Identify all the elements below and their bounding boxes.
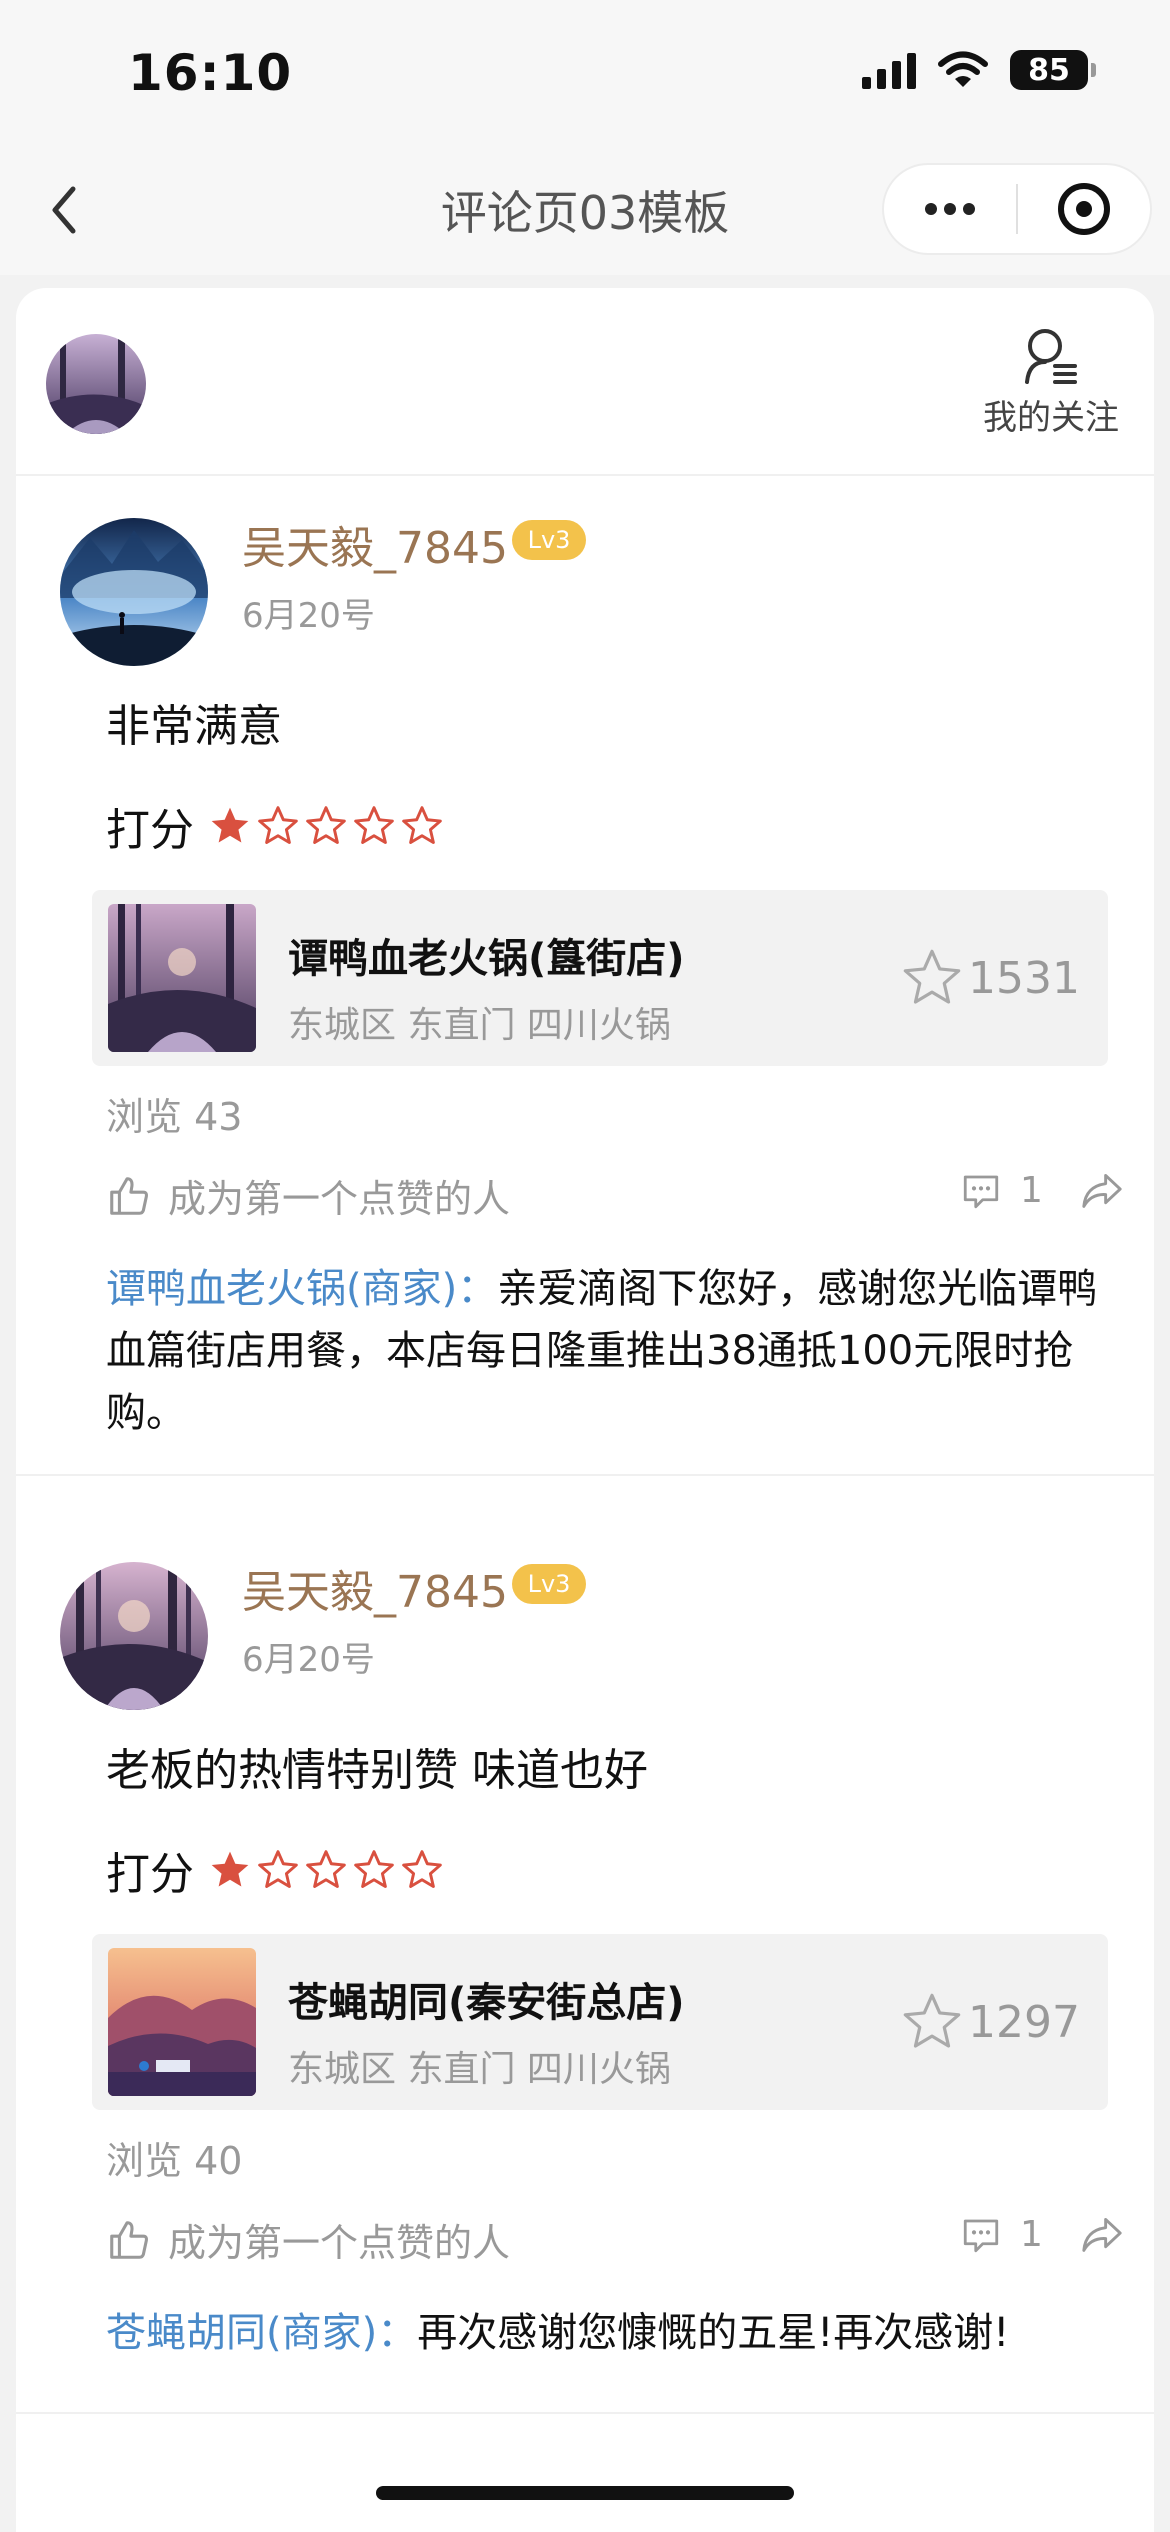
review-item: 吴天毅_7845 Lv3 6月20号 老板的热情特别赞 味道也好 打分 苍蝇胡同… xyxy=(16,1520,1154,2520)
star-outline-icon xyxy=(258,1850,298,1888)
review-divider xyxy=(16,2412,1154,2414)
share-button[interactable] xyxy=(1080,1170,1124,1214)
star-outline-icon xyxy=(354,806,394,844)
shop-image xyxy=(108,904,256,1052)
comment-count: 1 xyxy=(1020,2214,1043,2255)
comment-icon xyxy=(963,2219,999,2252)
mini-program-capsule xyxy=(882,163,1152,255)
star-outline-icon xyxy=(903,949,961,1004)
status-time: 16:10 xyxy=(128,44,293,102)
rating-row: 打分 xyxy=(106,1838,444,1902)
shop-image xyxy=(108,1948,256,2096)
cellular-signal-icon xyxy=(862,51,916,89)
my-avatar[interactable] xyxy=(46,334,146,434)
shop-location: 东城区 东直门 四川火锅 xyxy=(288,2049,671,2090)
target-icon xyxy=(1058,183,1110,235)
share-icon xyxy=(1082,1174,1122,1208)
star-outline-icon xyxy=(258,806,298,844)
star-filled-icon xyxy=(211,807,249,843)
review-divider xyxy=(16,1474,1154,1476)
review-date: 6月20号 xyxy=(242,596,375,636)
share-icon xyxy=(1082,2218,1122,2252)
like-text: 成为第一个点赞的人 xyxy=(168,2221,511,2265)
shop-favorite-button[interactable]: 1531 xyxy=(900,946,1080,1010)
battery-icon: 85 xyxy=(1010,50,1096,90)
comment-icon xyxy=(963,1175,999,1208)
reviewer-avatar[interactable] xyxy=(60,1562,208,1710)
profile-header: 我的关注 xyxy=(16,288,1154,476)
battery-level: 85 xyxy=(1028,52,1070,88)
shop-favorite-button[interactable]: 1297 xyxy=(900,1990,1080,2054)
thumbs-up-icon xyxy=(110,2220,148,2259)
reviewer-name[interactable]: 吴天毅_7845 xyxy=(242,1556,508,1620)
level-badge: Lv3 xyxy=(512,520,586,560)
rating-label: 打分 xyxy=(106,805,194,856)
shop-card[interactable]: 苍蝇胡同(秦安街总店) 东城区 东直门 四川火锅 1297 xyxy=(92,1934,1108,2110)
shop-name: 苍蝇胡同(秦安街总店) xyxy=(288,1980,685,2026)
comment-count: 1 xyxy=(1020,1170,1043,1211)
more-button[interactable] xyxy=(884,165,1016,253)
shop-favorite-count: 1531 xyxy=(968,952,1080,1004)
merchant-name[interactable]: 谭鸭血老火锅(商家)： xyxy=(106,1266,497,1312)
rating-row: 打分 xyxy=(106,794,444,858)
star-outline-icon xyxy=(354,1850,394,1888)
close-miniprogram-button[interactable] xyxy=(1018,165,1150,253)
like-button[interactable]: 成为第一个点赞的人 xyxy=(106,1168,510,1223)
comment-button[interactable]: 1 xyxy=(960,1170,1043,1211)
view-count: 浏览 43 xyxy=(106,1095,243,1139)
rating-label: 打分 xyxy=(106,1849,194,1900)
comment-button[interactable]: 1 xyxy=(960,2214,1043,2255)
star-outline-icon xyxy=(903,1993,961,2048)
like-text: 成为第一个点赞的人 xyxy=(168,1177,511,1221)
thumbs-up-icon xyxy=(110,1176,148,1215)
wifi-icon xyxy=(938,51,988,87)
share-button[interactable] xyxy=(1080,2214,1124,2258)
star-outline-icon xyxy=(306,1850,346,1888)
status-bar: 16:10 85 xyxy=(0,0,1170,145)
rating-stars xyxy=(208,804,444,848)
review-text: 老板的热情特别赞 味道也好 xyxy=(106,1745,648,1796)
shop-location: 东城区 东直门 四川火锅 xyxy=(288,1005,671,1046)
nav-bar: 评论页03模板 xyxy=(0,145,1170,275)
my-follow-button[interactable]: 我的关注 xyxy=(976,326,1126,439)
reviewer-avatar[interactable] xyxy=(60,518,208,666)
review-date: 6月20号 xyxy=(242,1640,375,1680)
status-icons: 85 xyxy=(862,50,1096,90)
follow-user-icon xyxy=(1025,329,1077,384)
view-count: 浏览 40 xyxy=(106,2139,243,2183)
shop-card[interactable]: 谭鸭血老火锅(簋街店) 东城区 东直门 四川火锅 1531 xyxy=(92,890,1108,1066)
rating-stars xyxy=(208,1848,444,1892)
merchant-reply-text: 再次感谢您慷慨的五星!再次感谢! xyxy=(417,2310,1010,2356)
star-outline-icon xyxy=(402,1850,442,1888)
action-row: 成为第一个点赞的人 1 xyxy=(106,1168,1136,1228)
star-filled-icon xyxy=(211,1851,249,1887)
review-item: 吴天毅_7845 Lv3 6月20号 非常满意 打分 谭鸭血老火锅(簋街店) 东… xyxy=(16,476,1154,1520)
more-icon xyxy=(925,203,975,215)
shop-name: 谭鸭血老火锅(簋街店) xyxy=(288,936,685,982)
review-text: 非常满意 xyxy=(106,701,282,752)
shop-favorite-count: 1297 xyxy=(968,1996,1080,2048)
star-outline-icon xyxy=(306,806,346,844)
comments-card: 我的关注 吴天毅_7845 Lv3 6月20号 非常满意 打分 谭鸭血老火锅(簋… xyxy=(16,288,1154,2532)
level-badge: Lv3 xyxy=(512,1564,586,1604)
like-button[interactable]: 成为第一个点赞的人 xyxy=(106,2212,510,2267)
merchant-reply: 谭鸭血老火锅(商家)：亲爱滴阁下您好，感谢您光临谭鸭血篇街店用餐，本店每日隆重推… xyxy=(106,1258,1126,1444)
merchant-name[interactable]: 苍蝇胡同(商家)： xyxy=(106,2310,417,2356)
action-row: 成为第一个点赞的人 1 xyxy=(106,2212,1136,2272)
follow-label: 我的关注 xyxy=(983,398,1119,438)
star-outline-icon xyxy=(402,806,442,844)
home-indicator xyxy=(376,2486,794,2500)
merchant-reply: 苍蝇胡同(商家)：再次感谢您慷慨的五星!再次感谢! xyxy=(106,2302,1126,2364)
reviewer-name[interactable]: 吴天毅_7845 xyxy=(242,512,508,576)
